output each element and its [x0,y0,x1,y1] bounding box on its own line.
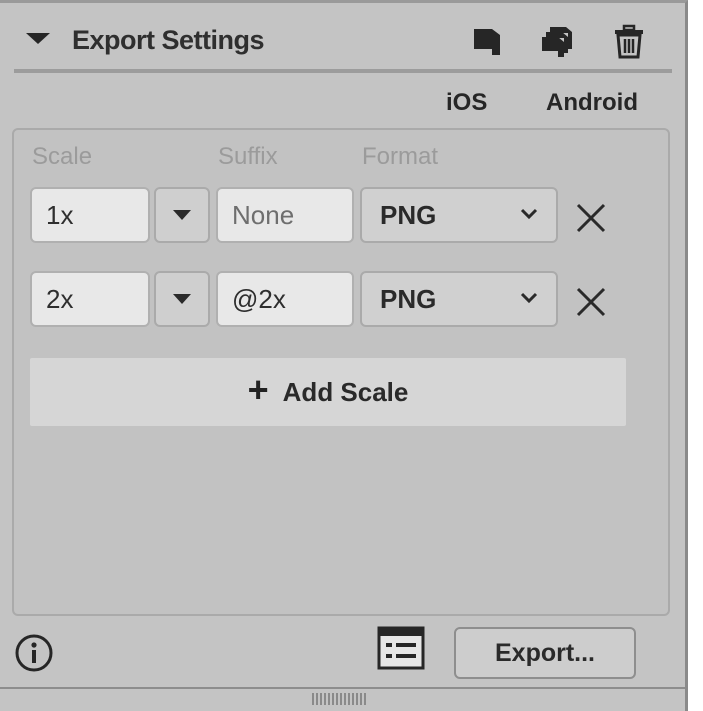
scale-input[interactable]: 2x [30,271,150,327]
format-select[interactable]: PNG [360,271,558,327]
trash-icon[interactable] [612,21,646,61]
format-value: PNG [380,199,437,230]
header-divider [14,69,672,73]
add-scale-label: Add Scale [282,376,409,407]
suffix-input[interactable]: @2x [216,271,354,327]
plus-icon: + [247,369,269,410]
collapse-triangle-icon[interactable] [26,33,50,44]
add-scale-button[interactable]: + Add Scale [30,358,626,426]
scale-dropdown-button[interactable] [154,271,210,327]
format-value: PNG [380,283,437,314]
suffix-column-header: Suffix [218,143,278,170]
chevron-down-icon [520,208,538,220]
footer-divider [0,687,685,689]
panel-header: Export Settings [0,3,685,67]
scale-input[interactable]: 1x [30,187,150,243]
export-single-icon[interactable] [470,21,504,61]
remove-row-icon[interactable] [574,285,608,319]
export-button[interactable]: Export... [454,627,636,679]
platform-android-button[interactable]: Android [546,89,638,117]
export-settings-panel: Export Settings iOS Android Scale Suffix… [0,0,688,711]
suffix-input[interactable]: None [216,187,354,243]
format-select[interactable]: PNG [360,187,558,243]
info-icon[interactable] [14,633,54,673]
scale-column-header: Scale [32,143,93,170]
format-column-header: Format [362,143,439,170]
remove-row-icon[interactable] [574,201,608,235]
triangle-down-icon [173,210,191,220]
resize-grip[interactable] [312,693,368,705]
chevron-down-icon [520,292,538,304]
list-settings-icon[interactable] [376,625,426,671]
triangle-down-icon [173,294,191,304]
platform-ios-button[interactable]: iOS [446,89,487,117]
panel-title: Export Settings [72,25,265,55]
export-multiple-icon[interactable] [540,21,574,61]
scale-dropdown-button[interactable] [154,187,210,243]
